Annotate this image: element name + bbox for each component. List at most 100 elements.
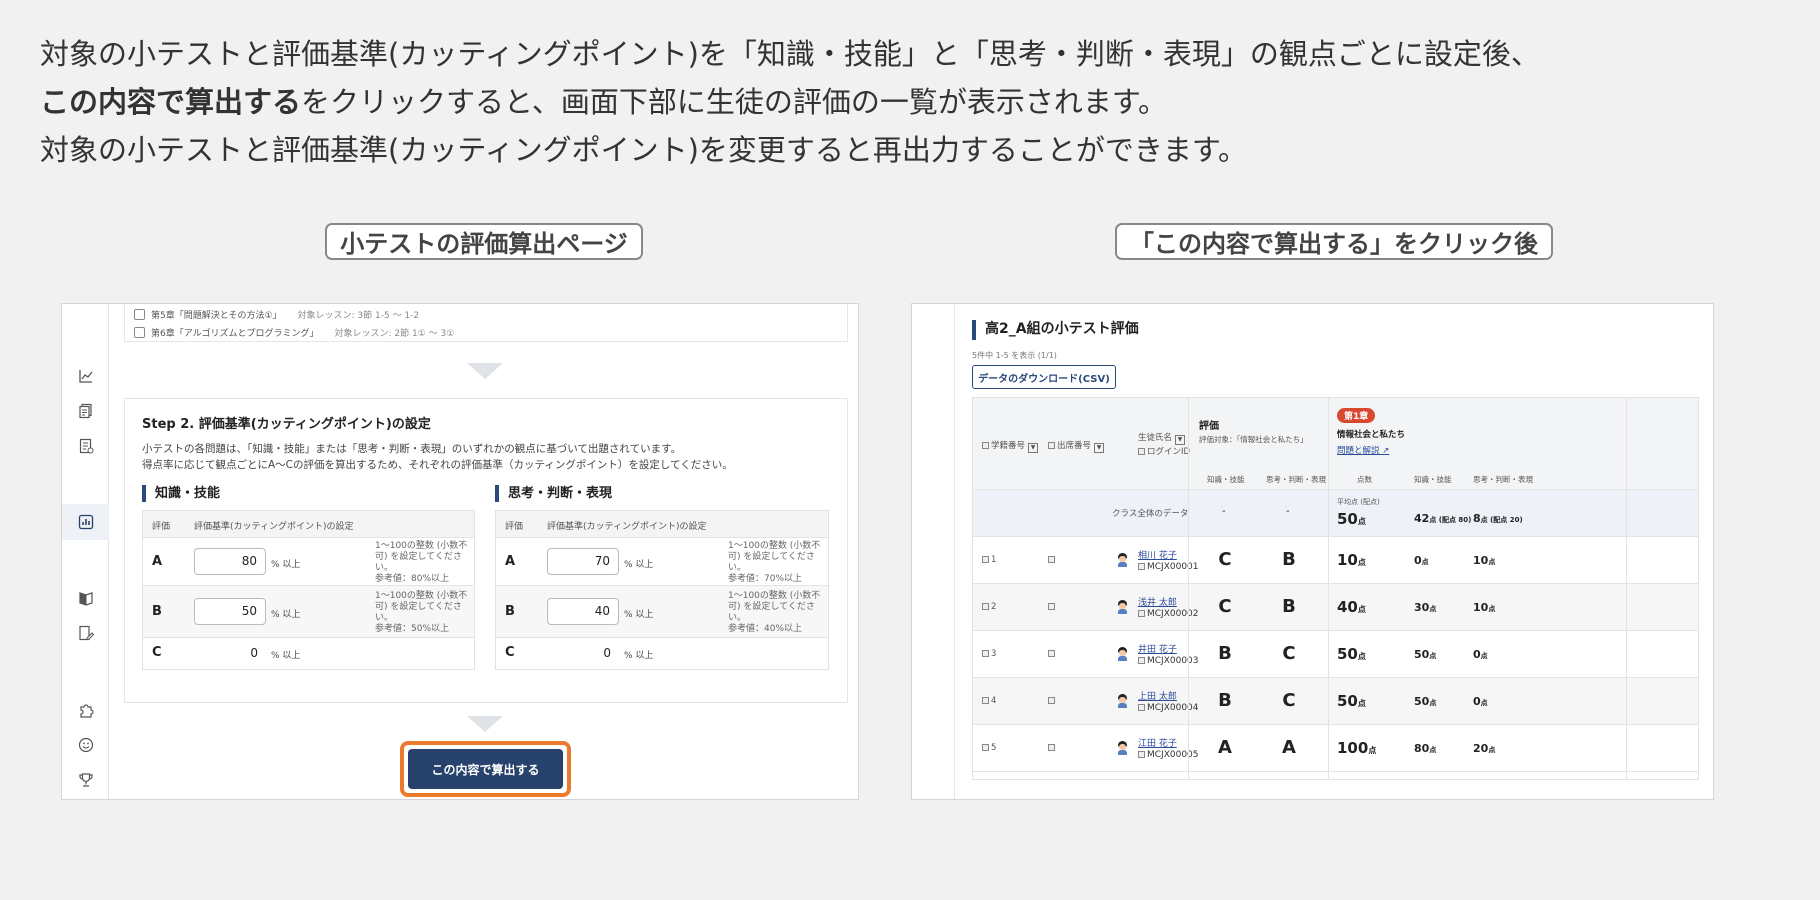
thinking-score: 10点 xyxy=(1473,554,1495,567)
calculate-button[interactable]: この内容で算出する xyxy=(408,749,563,789)
sort-icon[interactable]: ▼ xyxy=(1094,443,1105,453)
criteria-note: 1〜100の整数 (小数不可) を設定してください。 参考値：80%以上 xyxy=(375,541,470,585)
screenshot-results-page: 高2_A組の小テスト評価 5件中 1-5 を表示 (1/1) データのダウンロー… xyxy=(911,303,1714,800)
screenshot-evaluation-page: 第5章「問題解決とその方法①」 対象レッスン: 3節 1-5 〜 1-2 第6章… xyxy=(61,303,859,800)
problem-link[interactable]: 問題と解説 ↗ xyxy=(1337,444,1389,456)
thinking-score: 20点 xyxy=(1473,742,1495,755)
chapter-label: 第5章「問題解決とその方法①」 xyxy=(151,311,282,321)
unit-label: % 以上 xyxy=(624,651,654,661)
trophy-icon[interactable] xyxy=(78,772,94,788)
chart-line-icon[interactable] xyxy=(78,368,94,384)
student-name-link[interactable]: 江田 花子 xyxy=(1138,736,1177,749)
intro-line-3: 対象の小テストと評価基準(カッティングポイント)を変更すると再出力することができ… xyxy=(40,133,1247,167)
book-icon[interactable] xyxy=(78,590,94,606)
intro-line-2: この内容で算出するをクリックすると、画面下部に生徒の評価の一覧が表示されます。 xyxy=(40,78,1540,126)
score-value: 0 xyxy=(1473,648,1481,661)
student-no-header[interactable]: 学籍番号 ▼ xyxy=(982,439,1039,453)
criteria-row-b: B 50 % 以上 1〜100の整数 (小数不可) を設定してください。 参考値：… xyxy=(143,586,474,638)
student-no: 5 xyxy=(982,743,996,753)
seat-no xyxy=(1048,649,1057,659)
class-k-eval: - xyxy=(1222,506,1226,517)
score-value: 50 xyxy=(1337,645,1358,663)
score-thinking-header: 思考・判断・表現 xyxy=(1473,475,1533,484)
name-header[interactable]: 生徒氏名 ▼ xyxy=(1138,431,1186,445)
unit-label: % 以上 xyxy=(271,560,301,570)
knowledge-b-input[interactable]: 50 xyxy=(194,598,266,625)
thinking-c-value: 0 xyxy=(603,646,611,660)
eval-header: 評価 xyxy=(1199,421,1219,432)
student-no-value: 1 xyxy=(991,555,997,565)
point-unit: 点 xyxy=(1357,652,1366,661)
note-reference: 参考値：40%以上 xyxy=(728,624,803,634)
avg-label: 平均点 (配点) xyxy=(1337,498,1380,506)
student-no-value: 2 xyxy=(991,602,997,612)
class-score: 50点 xyxy=(1337,510,1366,528)
seat-no xyxy=(1048,743,1057,753)
sort-icon[interactable]: ▼ xyxy=(1175,435,1186,445)
unit-label: % 以上 xyxy=(624,610,654,620)
criteria-row-b: B 40 % 以上 1〜100の整数 (小数不可) を設定してください。 参考値：… xyxy=(496,586,828,638)
caption-right: 「この内容で算出する」をクリック後 xyxy=(1115,223,1553,260)
score-value: 0 xyxy=(1414,554,1422,567)
report-icon[interactable] xyxy=(78,438,94,454)
col-divider xyxy=(1188,398,1189,779)
bar-chart-icon[interactable] xyxy=(78,514,94,530)
student-name-link[interactable]: 井田 花子 xyxy=(1138,642,1177,655)
alloc-label: 点 (配点 80) xyxy=(1429,516,1472,524)
eval-target: 評価対象：「情報社会と私たち」 xyxy=(1199,435,1308,444)
checkbox[interactable] xyxy=(134,327,145,338)
grade-label: B xyxy=(505,604,515,619)
csv-download-button[interactable]: データのダウンロード(CSV) xyxy=(972,365,1116,389)
unit-label: % 以上 xyxy=(271,651,301,661)
step-arrow xyxy=(467,363,503,379)
student-no: 2 xyxy=(982,602,996,612)
login-id: MCJX00004 xyxy=(1138,703,1199,713)
smile-icon[interactable] xyxy=(78,737,94,753)
seat-no-header[interactable]: 出席番号 ▼ xyxy=(1048,439,1105,453)
avatar xyxy=(1116,741,1128,755)
thinking-score: 0点 xyxy=(1473,648,1488,661)
link-label: 問題と解説 xyxy=(1337,446,1380,456)
login-id: MCJX00003 xyxy=(1138,656,1199,666)
documents-icon[interactable] xyxy=(78,403,94,419)
student-name-link[interactable]: 上田 太郎 xyxy=(1138,689,1177,702)
score-value: 50 xyxy=(1414,648,1430,661)
thinking-a-input[interactable]: 70 xyxy=(547,548,619,575)
criteria-note: 1〜100の整数 (小数不可) を設定してください。 参考値：50%以上 xyxy=(375,591,470,635)
knowledge-a-input[interactable]: 80 xyxy=(194,548,266,575)
score-value: 42 xyxy=(1414,512,1430,525)
checkbox[interactable] xyxy=(134,309,145,320)
sort-icon[interactable]: ▼ xyxy=(1028,443,1039,453)
seat-no xyxy=(1048,555,1057,565)
score-value: 8 xyxy=(1473,512,1481,525)
criteria-row-a: A 80 % 以上 1〜100の整数 (小数不可) を設定してください。 参考値：… xyxy=(143,538,474,586)
login-id: MCJX00001 xyxy=(1138,562,1199,572)
class-k-score: 42点 (配点 80) xyxy=(1414,512,1471,525)
class-t-score: 8点 (配点 20) xyxy=(1473,512,1523,525)
avatar xyxy=(1116,647,1128,661)
intro-bold: この内容で算出する xyxy=(40,85,302,119)
student-no-value: 4 xyxy=(991,696,997,706)
total-score: 40点 xyxy=(1337,598,1366,616)
thinking-eval: C xyxy=(1282,690,1296,711)
login-id-value: MCJX00005 xyxy=(1147,750,1199,760)
puzzle-icon[interactable] xyxy=(78,702,94,718)
edit-document-icon[interactable] xyxy=(78,625,94,641)
note-text: 1〜100の整数 (小数不可) を設定してください。 xyxy=(375,541,468,573)
point-unit: 点 xyxy=(1357,517,1366,526)
table-row: 2 浅井 太郎 MCJX00002 C B 40点 30点 10点 xyxy=(973,584,1698,631)
student-name-link[interactable]: 相川 花子 xyxy=(1138,548,1177,561)
point-unit: 点 xyxy=(1429,699,1437,707)
thinking-b-input[interactable]: 40 xyxy=(547,598,619,625)
point-unit: 点 xyxy=(1480,699,1488,707)
student-name-link[interactable]: 浅井 太郎 xyxy=(1138,595,1177,608)
col-divider xyxy=(1626,398,1627,779)
score-value: 10 xyxy=(1473,554,1489,567)
note-text: 1〜100の整数 (小数不可) を設定してください。 xyxy=(375,591,468,623)
chapter-checkbox-row[interactable]: 第6章「アルゴリズムとプログラミング」 対象レッスン: 2節 1① 〜 3① xyxy=(134,326,454,339)
knowledge-score: 30点 xyxy=(1414,601,1436,614)
student-no-value: 5 xyxy=(991,743,997,753)
login-id-value: MCJX00004 xyxy=(1147,703,1199,713)
grade-label: C xyxy=(152,645,162,660)
chapter-checkbox-row[interactable]: 第5章「問題解決とその方法①」 対象レッスン: 3節 1-5 〜 1-2 xyxy=(134,308,419,321)
